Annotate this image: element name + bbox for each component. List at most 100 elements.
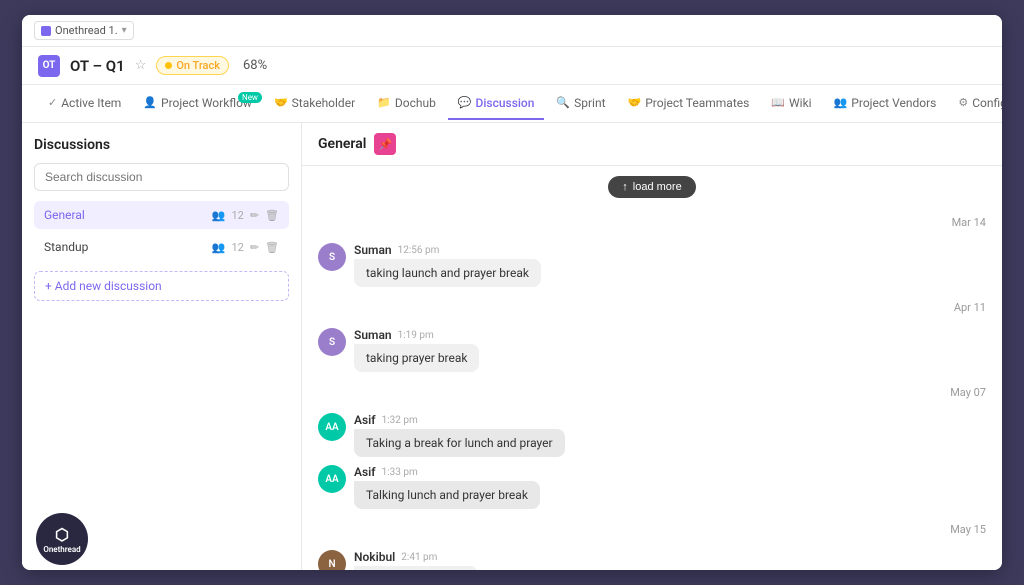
tab-project-workflow[interactable]: 👤 Project Workflow New <box>133 88 262 120</box>
discussion-standup-label: Standup <box>44 240 88 254</box>
tab-wiki[interactable]: 📖 Wiki <box>761 88 821 120</box>
avatar-suman1: S <box>318 243 346 271</box>
message-meta: Suman 1:19 pm <box>354 328 479 342</box>
delete-icon-standup[interactable]: 🗑 <box>265 241 279 254</box>
discussion-item-right-standup: 👥 12 ✏ 🗑 <box>212 241 279 254</box>
sprint-icon: 🔍 <box>556 96 570 109</box>
message-row: AA Asif 1:32 pm Taking a break for lunch… <box>318 413 986 457</box>
teammates-icon: 🤝 <box>628 96 642 109</box>
sender-name: Suman <box>354 243 392 257</box>
message-bubble: taking launch and prayer break <box>354 259 541 287</box>
chat-area: General 📌 ↑ load more Mar 14 S <box>302 123 1002 570</box>
message-row: S Suman 12:56 pm taking launch and praye… <box>318 243 986 287</box>
members-count: 12 <box>231 209 243 222</box>
message-time: 1:19 pm <box>398 330 434 341</box>
message-row: AA Asif 1:33 pm Talking lunch and prayer… <box>318 465 986 509</box>
config-icon: ⚙ <box>958 96 968 109</box>
edit-icon[interactable]: ✏ <box>250 209 259 222</box>
sender-name: Asif <box>354 465 376 479</box>
tab-config-label: Configuration <box>972 96 1002 110</box>
project-icon: OT <box>38 55 60 77</box>
nav-tabs: ✓ Active Item 👤 Project Workflow New 🤝 S… <box>22 85 1002 123</box>
workspace-chevron: ▾ <box>122 25 127 36</box>
workspace-dot <box>41 26 51 36</box>
wiki-icon: 📖 <box>771 96 785 109</box>
edit-icon-standup[interactable]: ✏ <box>250 241 259 254</box>
pin-button[interactable]: 📌 <box>374 133 396 155</box>
message-time: 2:41 pm <box>401 552 437 563</box>
top-bar: Onethread 1. ▾ <box>22 15 1002 47</box>
date-apr11: Apr 11 <box>318 297 986 318</box>
sidebar: Discussions General 👥 12 ✏ 🗑 S <box>22 123 302 570</box>
project-title: OT – Q1 <box>70 57 125 75</box>
tab-active-item-label: Active Item <box>61 96 121 110</box>
discussion-item-standup[interactable]: Standup 👥 12 ✏ 🗑 <box>34 233 289 261</box>
discussion-general-label: General <box>44 208 85 222</box>
tab-discussion[interactable]: 💬 Discussion <box>448 88 545 120</box>
on-track-badge: On Track <box>156 56 229 75</box>
workspace-name: Onethread 1. <box>55 24 118 37</box>
sender-name: Asif <box>354 413 376 427</box>
tab-stakeholder[interactable]: 🤝 Stakeholder <box>264 88 365 120</box>
main-content: Discussions General 👥 12 ✏ 🗑 S <box>22 123 1002 570</box>
date-mar14: Mar 14 <box>318 212 986 233</box>
dochub-icon: 📁 <box>377 96 391 109</box>
workflow-icon: 👤 <box>143 96 157 109</box>
workspace-badge[interactable]: Onethread 1. ▾ <box>34 21 134 40</box>
avatar-asif1: AA <box>318 413 346 441</box>
tab-teammates-label: Project Teammates <box>645 96 749 110</box>
message-content: Nokibul 2:41 pm Taking lunch break <box>354 550 478 570</box>
message-bubble: Taking lunch break <box>354 566 478 570</box>
star-icon[interactable]: ☆ <box>135 58 147 73</box>
project-header: OT OT – Q1 ☆ On Track 68% <box>22 47 1002 85</box>
members-count-standup: 12 <box>231 241 243 254</box>
message-time: 1:32 pm <box>382 415 418 426</box>
message-bubble: Talking lunch and prayer break <box>354 481 540 509</box>
tab-vendors[interactable]: 👥 Project Vendors <box>824 88 947 120</box>
discussion-item-general[interactable]: General 👥 12 ✏ 🗑 <box>34 201 289 229</box>
message-row: S Suman 1:19 pm taking prayer break <box>318 328 986 372</box>
message-meta: Nokibul 2:41 pm <box>354 550 478 564</box>
tab-dochub[interactable]: 📁 Dochub <box>367 88 446 120</box>
delete-icon[interactable]: 🗑 <box>265 209 279 222</box>
search-input[interactable] <box>34 163 289 191</box>
avatar-nokibul: N <box>318 550 346 570</box>
members-icon: 👥 <box>212 209 226 222</box>
discussion-item-left-standup: Standup <box>44 240 88 254</box>
tab-vendors-label: Project Vendors <box>851 96 936 110</box>
tab-sprint-label: Sprint <box>574 96 605 110</box>
sidebar-title: Discussions <box>34 137 289 153</box>
load-more-label: load more <box>633 181 682 193</box>
discussion-item-left: General <box>44 208 85 222</box>
message-time: 12:56 pm <box>398 245 440 256</box>
tab-discussion-label: Discussion <box>476 96 535 110</box>
message-content: Suman 12:56 pm taking launch and prayer … <box>354 243 541 287</box>
date-may15: May 15 <box>318 519 986 540</box>
discussion-list: General 👥 12 ✏ 🗑 Standup 👥 12 <box>34 201 289 261</box>
tab-active-item[interactable]: ✓ Active Item <box>38 88 131 120</box>
tab-sprint[interactable]: 🔍 Sprint <box>546 88 615 120</box>
add-discussion-button[interactable]: + Add new discussion <box>34 271 289 301</box>
vendors-icon: 👥 <box>834 96 848 109</box>
messages-container[interactable]: ↑ load more Mar 14 S Suman 12:56 pm taki… <box>302 166 1002 570</box>
message-content: Asif 1:32 pm Taking a break for lunch an… <box>354 413 565 457</box>
message-content: Suman 1:19 pm taking prayer break <box>354 328 479 372</box>
status-label: On Track <box>176 59 220 72</box>
tab-dochub-label: Dochub <box>395 96 436 110</box>
discussion-item-right: 👥 12 ✏ 🗑 <box>212 209 279 222</box>
status-dot <box>165 62 172 69</box>
avatar-suman2: S <box>318 328 346 356</box>
tab-configuration[interactable]: ⚙ Configuration <box>948 88 1002 120</box>
message-content: Asif 1:33 pm Talking lunch and prayer br… <box>354 465 540 509</box>
members-icon-standup: 👥 <box>212 241 226 254</box>
tab-teammates[interactable]: 🤝 Project Teammates <box>618 88 760 120</box>
message-meta: Asif 1:33 pm <box>354 465 540 479</box>
onethread-logo: ⬡ Onethread <box>36 513 88 565</box>
load-more-button[interactable]: ↑ load more <box>608 176 695 198</box>
add-discussion-label: + Add new discussion <box>45 279 162 293</box>
new-badge: New <box>238 92 262 103</box>
sender-name: Nokibul <box>354 550 395 564</box>
progress-percent: 68% <box>243 58 267 73</box>
active-item-icon: ✓ <box>48 96 57 109</box>
message-meta: Asif 1:32 pm <box>354 413 565 427</box>
